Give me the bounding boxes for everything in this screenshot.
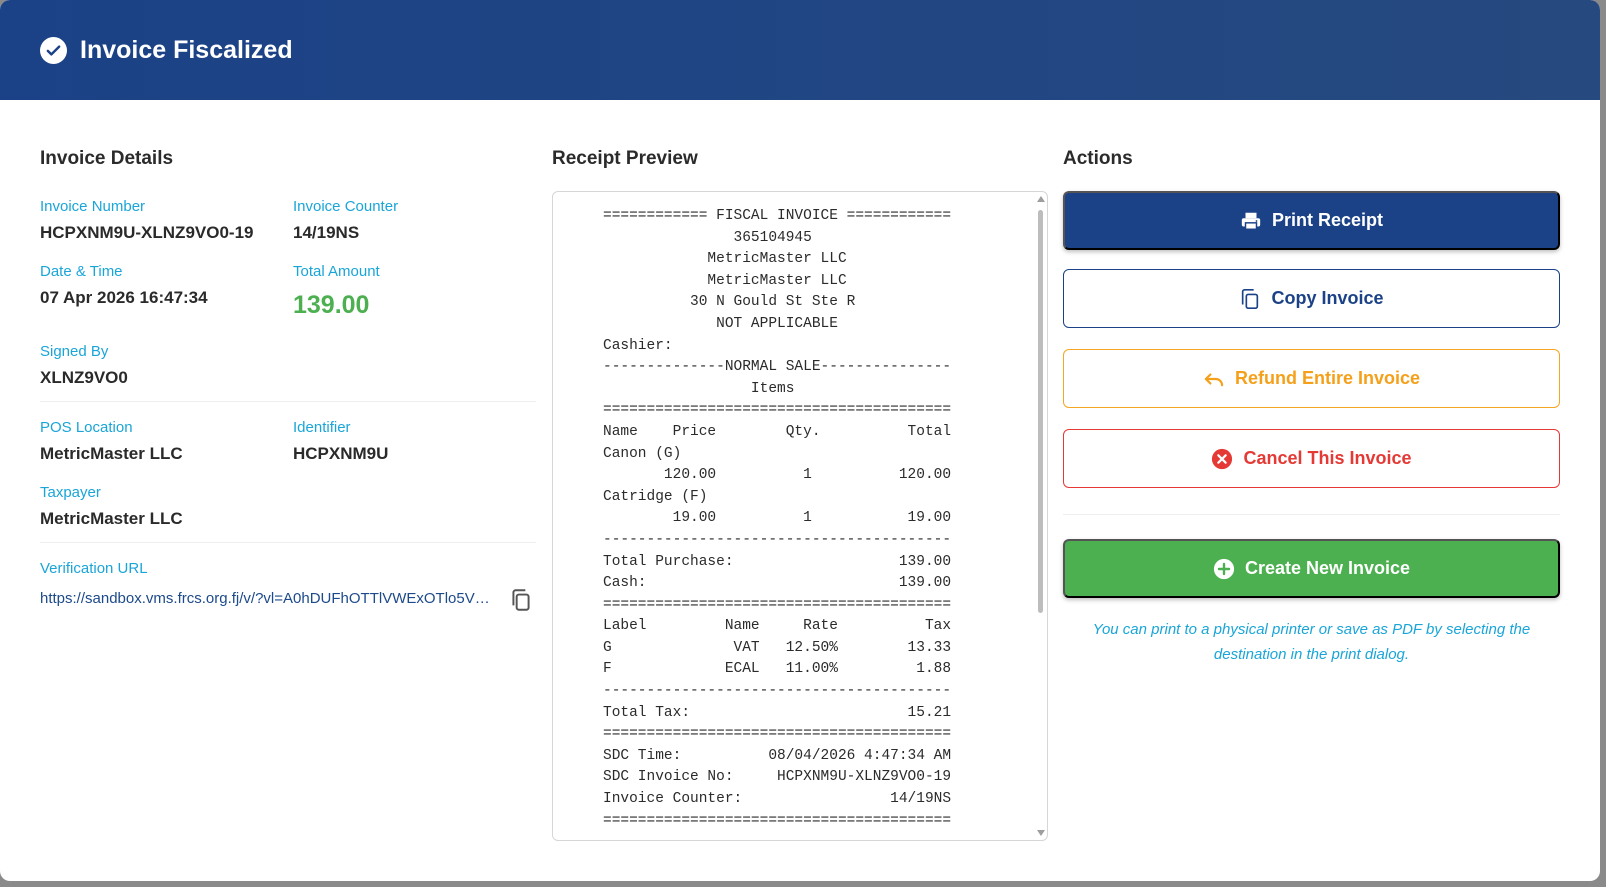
identifier-value: HCPXNM9U	[293, 444, 389, 463]
cancel-invoice-button[interactable]: Cancel This Invoice	[1063, 429, 1560, 488]
divider	[40, 401, 536, 402]
total-amount-label: Total Amount	[293, 263, 380, 280]
print-receipt-button[interactable]: Print Receipt	[1063, 191, 1560, 250]
verification-url-label: Verification URL	[40, 560, 148, 577]
undo-icon	[1204, 372, 1224, 386]
modal-title: Invoice Fiscalized	[80, 35, 293, 64]
identifier-label: Identifier	[293, 419, 351, 436]
refund-invoice-label: Refund Entire Invoice	[1234, 368, 1421, 388]
create-invoice-button[interactable]: Create New Invoice	[1063, 539, 1560, 598]
plus-circle-icon	[1213, 558, 1235, 579]
divider	[40, 542, 536, 543]
signed-by-label: Signed By	[40, 343, 109, 360]
cancel-circle-icon	[1212, 448, 1233, 469]
copy-icon	[1242, 288, 1259, 309]
invoice-counter-label: Invoice Counter	[293, 198, 399, 215]
actions-title: Actions	[1063, 148, 1133, 169]
invoice-counter-value: 14/19NS	[293, 223, 360, 242]
verification-url-link[interactable]: https://sandbox.vms.frcs.org.fj/v/?vl=A0…	[40, 590, 490, 607]
printer-icon	[1241, 212, 1261, 230]
refund-invoice-button[interactable]: Refund Entire Invoice	[1063, 349, 1560, 408]
taxpayer-value: MetricMaster LLC	[40, 509, 183, 528]
datetime-value: 07 Apr 2026 16:47:34	[40, 288, 208, 307]
pos-location-label: POS Location	[40, 419, 133, 436]
invoice-number-value: HCPXNM9U-XLNZ9VO0-19	[40, 223, 254, 242]
copy-invoice-button[interactable]: Copy Invoice	[1063, 269, 1560, 328]
cancel-invoice-label: Cancel This Invoice	[1243, 448, 1412, 468]
create-invoice-label: Create New Invoice	[1244, 558, 1411, 578]
copy-invoice-label: Copy Invoice	[1271, 288, 1384, 308]
copy-url-icon[interactable]	[508, 587, 534, 613]
invoice-details-title: Invoice Details	[40, 148, 174, 169]
receipt-preview-box[interactable]: ============ FISCAL INVOICE ============…	[552, 191, 1048, 841]
scroll-up-arrow-icon[interactable]	[1037, 196, 1045, 202]
invoice-fiscalized-modal: Invoice Fiscalized Invoice Details Invoi…	[0, 0, 1600, 881]
taxpayer-label: Taxpayer	[40, 484, 101, 501]
print-receipt-label: Print Receipt	[1271, 210, 1384, 230]
datetime-label: Date & Time	[40, 263, 123, 280]
divider	[1063, 514, 1560, 515]
pos-location-value: MetricMaster LLC	[40, 444, 183, 463]
scrollbar-thumb[interactable]	[1038, 210, 1043, 613]
receipt-scrollbar[interactable]	[1036, 196, 1045, 836]
modal-header: Invoice Fiscalized	[0, 0, 1600, 100]
total-amount-value: 139.00	[293, 291, 370, 319]
receipt-preview-title: Receipt Preview	[552, 148, 698, 169]
print-hint-text: You can print to a physical printer or s…	[1092, 621, 1531, 663]
receipt-text: ============ FISCAL INVOICE ============…	[603, 208, 952, 829]
check-circle-icon	[40, 36, 67, 64]
invoice-number-label: Invoice Number	[40, 198, 146, 215]
signed-by-value: XLNZ9VO0	[40, 368, 128, 387]
scroll-down-arrow-icon[interactable]	[1037, 830, 1045, 836]
